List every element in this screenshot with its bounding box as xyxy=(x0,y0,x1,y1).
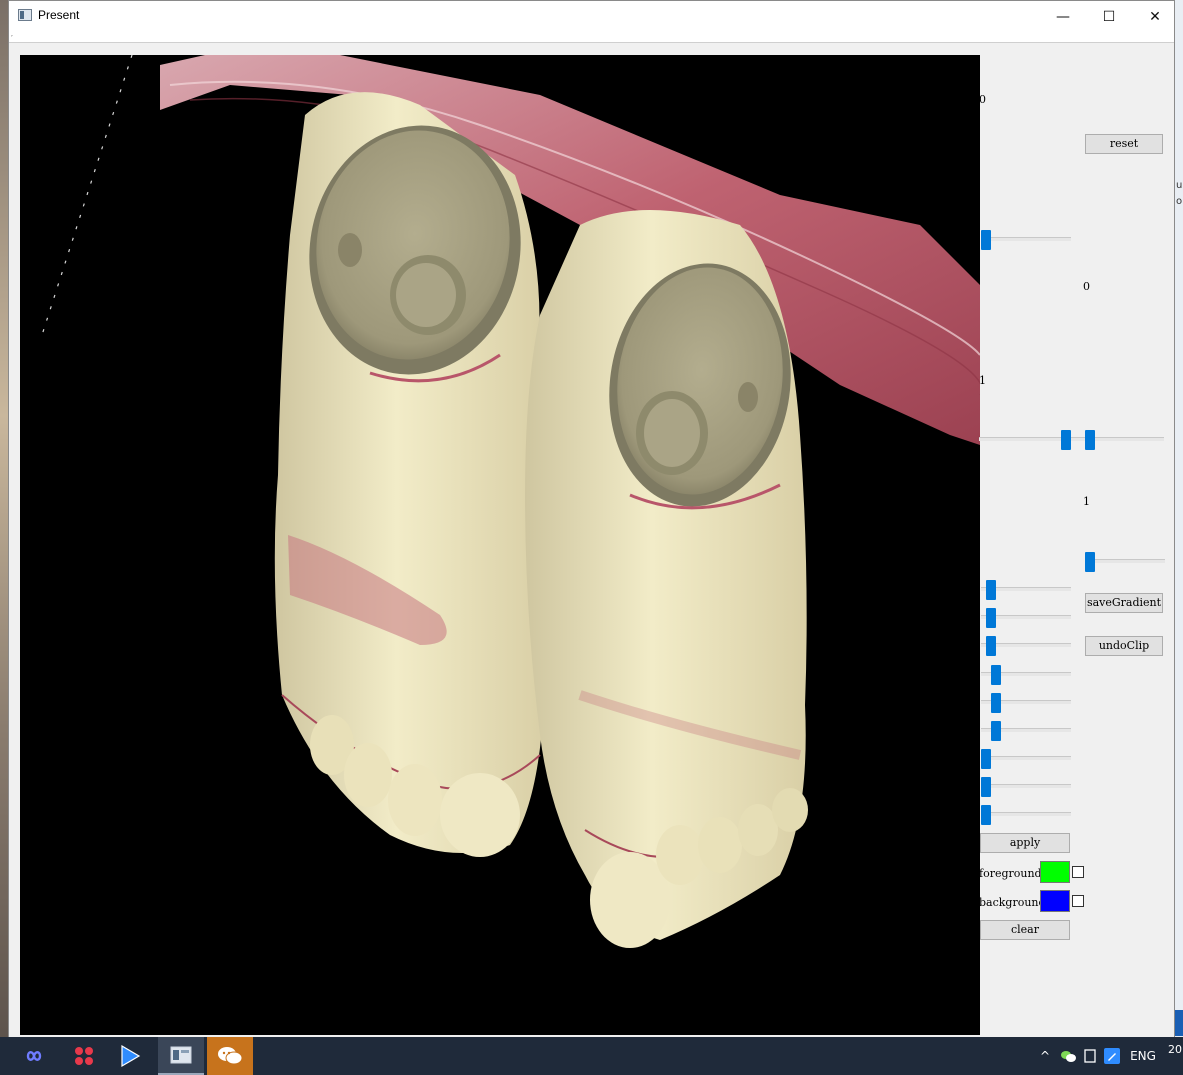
background-checkbox[interactable] xyxy=(1072,895,1084,907)
foreground-checkbox[interactable] xyxy=(1072,866,1084,878)
taskbar: ^ ENG 20 xyxy=(0,1037,1183,1075)
language-indicator[interactable]: ENG xyxy=(1130,1049,1156,1063)
clip-slider-7[interactable] xyxy=(981,749,1071,769)
desktop-background-right: u o xyxy=(1175,0,1183,1040)
chevron-up-icon[interactable]: ^ xyxy=(1040,1049,1050,1063)
minimize-button[interactable]: — xyxy=(1040,1,1086,32)
slider-handle[interactable] xyxy=(981,805,991,825)
slider-handle[interactable] xyxy=(981,230,991,250)
slider-right[interactable] xyxy=(1085,552,1165,572)
slider-track xyxy=(981,756,1071,760)
window-title: Present xyxy=(38,8,80,22)
clip-slider-8[interactable] xyxy=(981,777,1071,797)
clip-slider-1[interactable] xyxy=(981,580,1071,600)
menu-marker: , xyxy=(11,31,13,38)
slider-handle[interactable] xyxy=(986,608,996,628)
background-color-swatch[interactable] xyxy=(1040,890,1070,912)
pen-tray-icon[interactable] xyxy=(1104,1048,1121,1064)
slider-handle[interactable] xyxy=(981,777,991,797)
background-label: background xyxy=(979,896,1046,909)
apply-button[interactable]: apply xyxy=(980,833,1070,853)
save-gradient-button[interactable]: saveGradient xyxy=(1085,593,1163,613)
slider-track xyxy=(979,437,1164,441)
wechat-tray-icon[interactable] xyxy=(1060,1049,1077,1063)
desktop-text-o: o xyxy=(1176,196,1183,207)
range-min-top-right: 0 xyxy=(1083,280,1090,293)
desktop-text-u: u xyxy=(1176,180,1183,191)
tablet-tray-icon[interactable] xyxy=(1084,1049,1096,1063)
range-handle-high[interactable] xyxy=(1085,430,1095,450)
menu-bar: , xyxy=(9,31,1174,43)
reset-button[interactable]: reset xyxy=(1085,134,1163,154)
desktop-blue-tile xyxy=(1175,1010,1183,1036)
clip-slider-9[interactable] xyxy=(981,805,1071,825)
slider-track xyxy=(1085,559,1165,563)
slider-handle[interactable] xyxy=(986,636,996,656)
range-max-left: 1 xyxy=(979,374,986,387)
slider-handle[interactable] xyxy=(991,721,1001,741)
close-button[interactable]: ✕ xyxy=(1132,1,1178,32)
clock-fragment[interactable]: 20 xyxy=(1168,1043,1182,1056)
range-max-right: 1 xyxy=(1083,495,1090,508)
slider-handle[interactable] xyxy=(986,580,996,600)
slider-upper[interactable] xyxy=(981,230,1071,250)
system-tray: ^ ENG xyxy=(1040,1037,1156,1075)
title-bar[interactable]: Present — ☐ ✕ xyxy=(9,1,1174,32)
slider-track xyxy=(981,784,1071,788)
app-window-icon xyxy=(18,9,32,21)
clip-slider-3[interactable] xyxy=(981,636,1071,656)
range-slider-wide[interactable] xyxy=(979,430,1164,450)
taskbar-app-player[interactable] xyxy=(107,1037,153,1075)
undo-clip-button[interactable]: undoClip xyxy=(1085,636,1163,656)
play-icon xyxy=(121,1044,141,1068)
maximize-button[interactable]: ☐ xyxy=(1086,1,1132,32)
clip-slider-6[interactable] xyxy=(981,721,1071,741)
infinity-icon xyxy=(26,1051,42,1061)
present-window: Present — ☐ ✕ , 0 reset 0 1 1 saveGradie… xyxy=(8,0,1175,1040)
slider-track xyxy=(981,812,1071,816)
range-min-top-left: 0 xyxy=(979,93,986,106)
taskbar-app-present[interactable] xyxy=(158,1037,204,1075)
foreground-label: foreground xyxy=(979,867,1042,880)
clip-slider-5[interactable] xyxy=(981,693,1071,713)
slider-track xyxy=(981,237,1071,241)
clip-slider-2[interactable] xyxy=(981,608,1071,628)
clear-button[interactable]: clear xyxy=(980,920,1070,940)
range-handle-low[interactable] xyxy=(1061,430,1071,450)
taskbar-app-wechat[interactable] xyxy=(207,1037,253,1075)
feet-volume-render xyxy=(41,55,980,948)
slider-handle[interactable] xyxy=(1085,552,1095,572)
slider-handle[interactable] xyxy=(981,749,991,769)
foreground-color-swatch[interactable] xyxy=(1040,861,1070,883)
wechat-icon xyxy=(218,1047,243,1065)
slider-handle[interactable] xyxy=(991,693,1001,713)
window-app-icon xyxy=(170,1046,192,1064)
taskbar-app-infinity[interactable] xyxy=(11,1037,57,1075)
taskbar-app-dots[interactable] xyxy=(61,1037,107,1075)
slider-handle[interactable] xyxy=(991,665,1001,685)
volume-render-viewport[interactable] xyxy=(20,55,980,1035)
dots-icon xyxy=(75,1047,93,1065)
clip-slider-4[interactable] xyxy=(981,665,1071,685)
